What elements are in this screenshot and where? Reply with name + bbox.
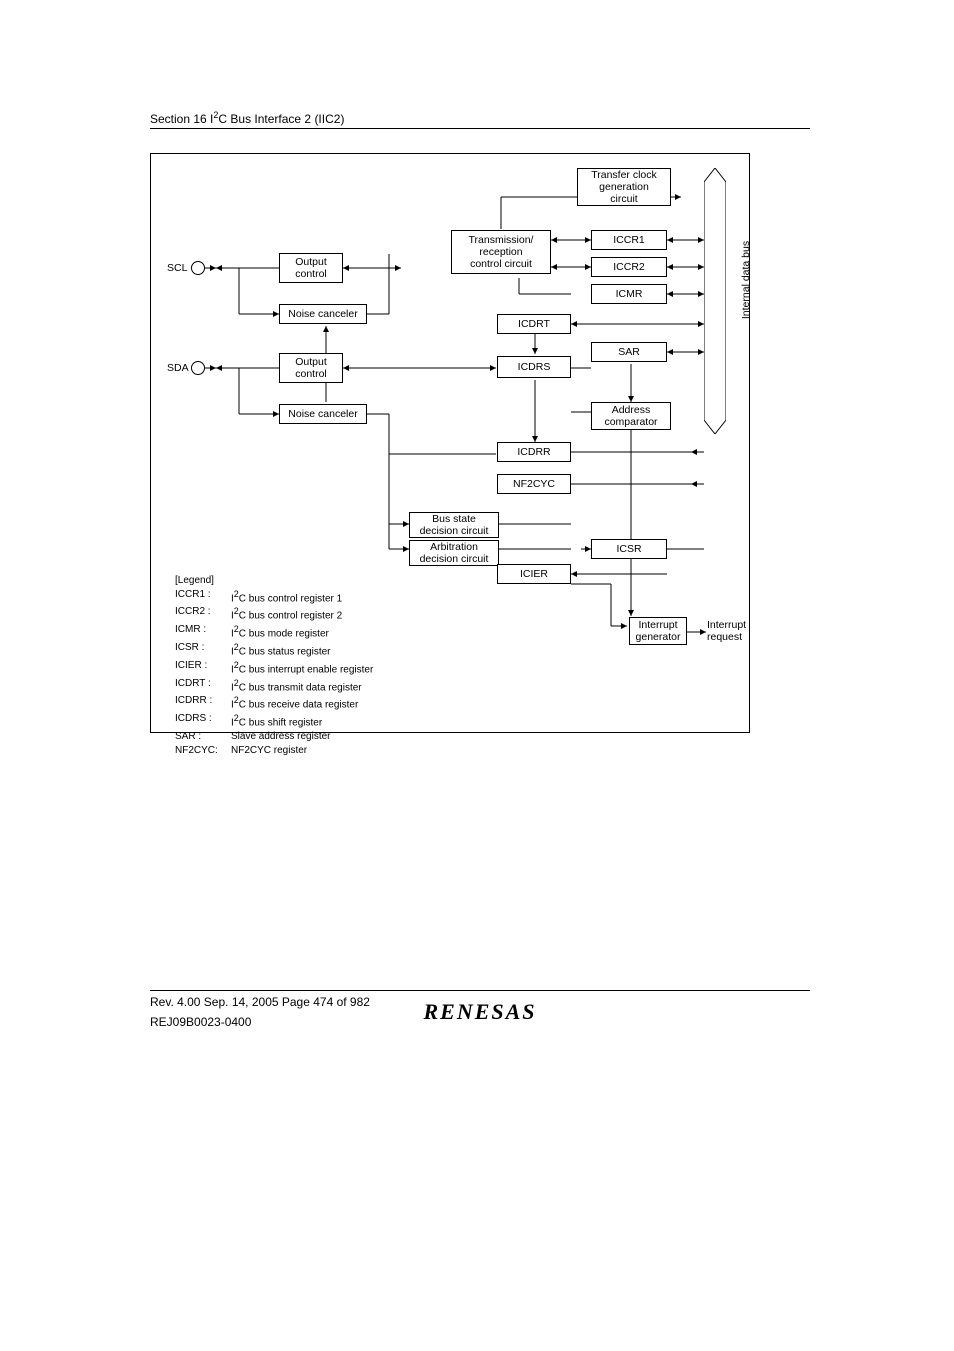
block-txrx-ctrl: Transmission/ reception control circuit (451, 230, 551, 274)
legend-row: ICMR :I2C bus mode register (175, 623, 373, 641)
block-noise-2: Noise canceler (279, 404, 367, 424)
pin-label-scl: SCL (167, 262, 187, 274)
legend-key: ICDRS : (175, 712, 231, 730)
block-sar: SAR (591, 342, 667, 362)
block-noise-1: Noise canceler (279, 304, 367, 324)
legend-row: ICDRT :I2C bus transmit data register (175, 677, 373, 695)
block-iccr2: ICCR2 (591, 257, 667, 277)
legend-key: ICSR : (175, 641, 231, 659)
legend-row: ICCR1 :I2C bus control register 1 (175, 588, 373, 606)
block-icdrr: ICDRR (497, 442, 571, 462)
block-icsr: ICSR (591, 539, 667, 559)
block-addr-cmp: Address comparator (591, 402, 671, 430)
label-interrupt-out: Interrupt request (707, 620, 746, 643)
block-icier: ICIER (497, 564, 571, 584)
legend-row: ICDRS :I2C bus shift register (175, 712, 373, 730)
legend-key: ICCR1 : (175, 588, 231, 606)
legend-row: ICCR2 :I2C bus control register 2 (175, 605, 373, 623)
block-icmr: ICMR (591, 284, 667, 304)
section-header: Section 16 I2C Bus Interface 2 (IIC2) (150, 110, 810, 129)
block-iccr1: ICCR1 (591, 230, 667, 250)
legend-val: I2C bus interrupt enable register (231, 659, 373, 677)
legend-row: SAR :Slave address register (175, 730, 373, 744)
legend-val: I2C bus transmit data register (231, 677, 362, 695)
legend-val: I2C bus control register 2 (231, 605, 342, 623)
legend-key: SAR : (175, 730, 231, 744)
legend-row: NF2CYC:NF2CYC register (175, 744, 373, 758)
block-bus-state: Bus state decision circuit (409, 512, 499, 538)
legend-val: I2C bus status register (231, 641, 331, 659)
block-nf2cyc: NF2CYC (497, 474, 571, 494)
pin-scl (191, 261, 205, 275)
legend-key: ICDRT : (175, 677, 231, 695)
block-int-gen: Interrupt generator (629, 617, 687, 645)
section-pre: Section 16 I (150, 112, 213, 126)
legend-val: I2C bus receive data register (231, 694, 358, 712)
block-icdrt: ICDRT (497, 314, 571, 334)
legend-row: ICSR :I2C bus status register (175, 641, 373, 659)
block-out-ctrl-2: Output control (279, 353, 343, 383)
legend-key: NF2CYC: (175, 744, 231, 758)
legend-val: I2C bus mode register (231, 623, 329, 641)
legend-row: ICIER :I2C bus interrupt enable register (175, 659, 373, 677)
pin-sda (191, 361, 205, 375)
legend-key: ICDRR : (175, 694, 231, 712)
page-footer: Rev. 4.00 Sep. 14, 2005 Page 474 of 982 … (150, 990, 810, 1029)
section-post: C Bus Interface 2 (IIC2) (218, 112, 344, 126)
legend-val: I2C bus shift register (231, 712, 322, 730)
block-arb: Arbitration decision circuit (409, 540, 499, 566)
legend: [Legend] ICCR1 :I2C bus control register… (175, 574, 373, 757)
block-diagram: SCL SDA Output control Noise canceler Ou… (150, 153, 750, 733)
legend-val: NF2CYC register (231, 744, 307, 758)
legend-key: ICCR2 : (175, 605, 231, 623)
legend-key: ICMR : (175, 623, 231, 641)
legend-key: ICIER : (175, 659, 231, 677)
legend-title: [Legend] (175, 574, 373, 588)
pin-label-sda: SDA (167, 362, 189, 374)
internal-data-bus (704, 168, 726, 434)
block-out-ctrl-1: Output control (279, 253, 343, 283)
block-icdrs: ICDRS (497, 356, 571, 378)
legend-val: I2C bus control register 1 (231, 588, 342, 606)
block-xfer-clock: Transfer clock generation circuit (577, 168, 671, 206)
legend-row: ICDRR :I2C bus receive data register (175, 694, 373, 712)
legend-val: Slave address register (231, 730, 331, 744)
bus-label: Internal data bus (740, 241, 752, 319)
brand-logo: RENESAS (423, 999, 536, 1025)
